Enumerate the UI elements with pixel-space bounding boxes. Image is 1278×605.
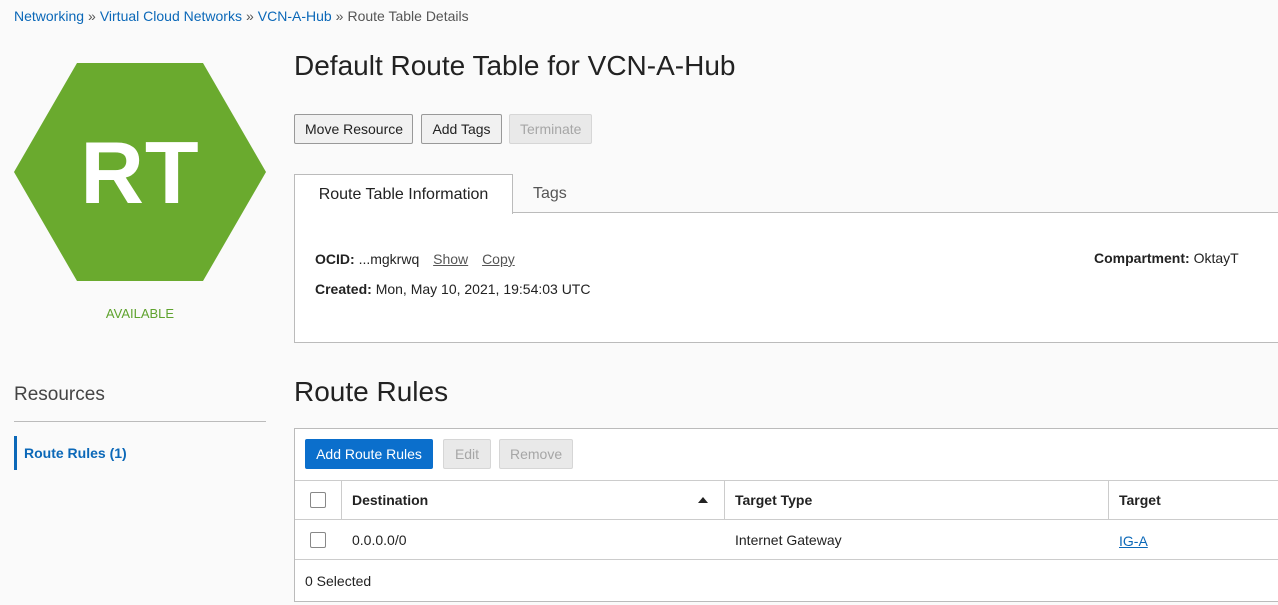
tab-route-table-information[interactable]: Route Table Information bbox=[294, 174, 513, 214]
ocid-copy-link[interactable]: Copy bbox=[482, 251, 515, 267]
created-row: Created: Mon, May 10, 2021, 19:54:03 UTC bbox=[315, 281, 590, 297]
table-header: Destination Target Type Target bbox=[295, 480, 1278, 520]
route-rules-table-panel: Add Route Rules Edit Remove Destination … bbox=[294, 428, 1278, 602]
ocid-value: ...mgkrwq bbox=[358, 251, 420, 267]
created-label: Created: bbox=[315, 281, 372, 297]
select-all-cell bbox=[295, 481, 342, 519]
breadcrumb-separator: » bbox=[245, 8, 254, 24]
sort-ascending-icon bbox=[698, 497, 708, 503]
page-title: Default Route Table for VCN-A-Hub bbox=[294, 50, 736, 81]
edit-button[interactable]: Edit bbox=[443, 439, 491, 469]
breadcrumb: Networking» Virtual Cloud Networks» VCN-A-… bbox=[14, 8, 469, 24]
breadcrumb-virtual-cloud-networks[interactable]: Virtual Cloud Networks bbox=[100, 8, 242, 24]
select-all-checkbox[interactable] bbox=[310, 492, 326, 508]
resources-heading: Resources bbox=[14, 384, 105, 405]
breadcrumb-separator: » bbox=[335, 8, 344, 24]
resource-hexagon-icon: RT bbox=[14, 63, 266, 281]
ocid-label: OCID: bbox=[315, 251, 355, 267]
column-destination-label: Destination bbox=[352, 492, 429, 508]
compartment-value: OktayT bbox=[1193, 250, 1239, 266]
breadcrumb-separator: » bbox=[88, 8, 96, 24]
breadcrumb-vcn-a-hub[interactable]: VCN-A-Hub bbox=[258, 8, 332, 24]
terminate-button[interactable]: Terminate bbox=[509, 114, 592, 144]
compartment-row: Compartment: OktayT bbox=[1094, 250, 1239, 266]
breadcrumb-networking[interactable]: Networking bbox=[14, 8, 84, 24]
move-resource-button[interactable]: Move Resource bbox=[294, 114, 413, 144]
breadcrumb-current: Route Table Details bbox=[347, 8, 469, 24]
detail-tabs: Route Table Information Tags bbox=[294, 174, 1278, 214]
ocid-show-link[interactable]: Show bbox=[433, 251, 468, 267]
row-checkbox[interactable] bbox=[310, 532, 326, 548]
route-table-info-panel: OCID: ...mgkrwq Show Copy Created: Mon, … bbox=[294, 212, 1278, 343]
route-rules-heading: Route Rules bbox=[294, 376, 449, 407]
selected-count: 0 Selected bbox=[305, 573, 372, 589]
lifecycle-state-label: AVAILABLE bbox=[105, 306, 175, 321]
ocid-row: OCID: ...mgkrwq Show Copy bbox=[315, 251, 515, 267]
row-destination: 0.0.0.0/0 bbox=[352, 532, 407, 548]
row-target-type: Internet Gateway bbox=[735, 532, 842, 548]
table-row: 0.0.0.0/0 Internet Gateway IG-A bbox=[295, 520, 1278, 560]
tab-tags[interactable]: Tags bbox=[533, 174, 567, 213]
created-value: Mon, May 10, 2021, 19:54:03 UTC bbox=[375, 281, 591, 297]
add-route-rules-button[interactable]: Add Route Rules bbox=[305, 439, 433, 469]
remove-button[interactable]: Remove bbox=[499, 439, 573, 469]
add-tags-button[interactable]: Add Tags bbox=[421, 114, 502, 144]
row-target-link[interactable]: IG-A bbox=[1119, 533, 1148, 549]
resource-initials: RT bbox=[80, 123, 200, 222]
column-target: Target bbox=[1119, 492, 1161, 508]
column-destination[interactable]: Destination bbox=[342, 481, 725, 519]
resources-item-route-rules[interactable]: Route Rules (1) bbox=[14, 436, 266, 470]
column-target-type: Target Type bbox=[725, 481, 1109, 519]
resources-divider bbox=[14, 421, 266, 422]
compartment-label: Compartment: bbox=[1094, 250, 1190, 266]
